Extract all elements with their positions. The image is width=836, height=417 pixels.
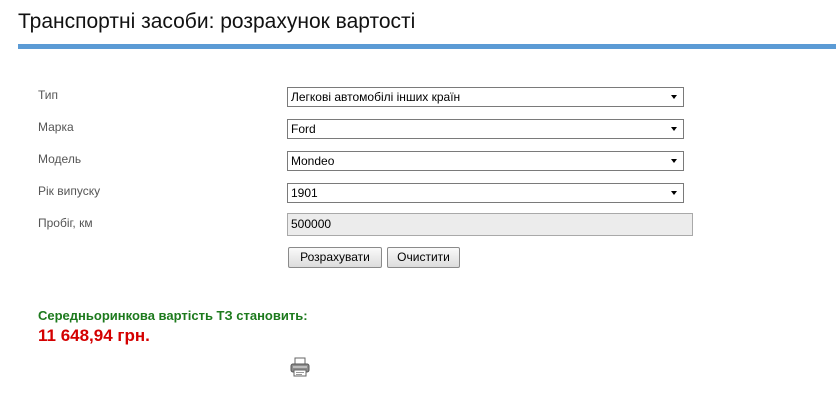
type-select[interactable]: Легкові автомобілі інших країн [287,87,684,107]
type-select-value: Легкові автомобілі інших країн [291,90,461,104]
title-underline [18,44,836,49]
year-select[interactable]: 1901 [287,183,684,203]
year-label: Рік випуску [38,184,101,198]
result-label: Середньоринкова вартість ТЗ становить: [38,308,308,323]
page-title: Транспортні засоби: розрахунок вартості [18,10,416,33]
mileage-label: Пробіг, км [38,216,93,230]
type-label: Тип [38,88,59,102]
result-value: 11 648,94 грн. [38,326,150,345]
clear-button[interactable]: Очистити [387,247,460,268]
chevron-down-icon [671,127,677,131]
model-select[interactable]: Mondeo [287,151,684,171]
make-label: Марка [38,120,74,134]
chevron-down-icon [671,191,677,195]
model-label: Модель [38,152,82,166]
calculate-button[interactable]: Розрахувати [288,247,382,268]
year-select-value: 1901 [291,186,318,200]
model-select-value: Mondeo [291,154,335,168]
chevron-down-icon [671,95,677,99]
make-select[interactable]: Ford [287,119,684,139]
mileage-input[interactable]: 500000 [287,213,693,236]
printer-icon[interactable] [289,356,311,378]
chevron-down-icon [671,159,677,163]
make-select-value: Ford [291,122,316,136]
